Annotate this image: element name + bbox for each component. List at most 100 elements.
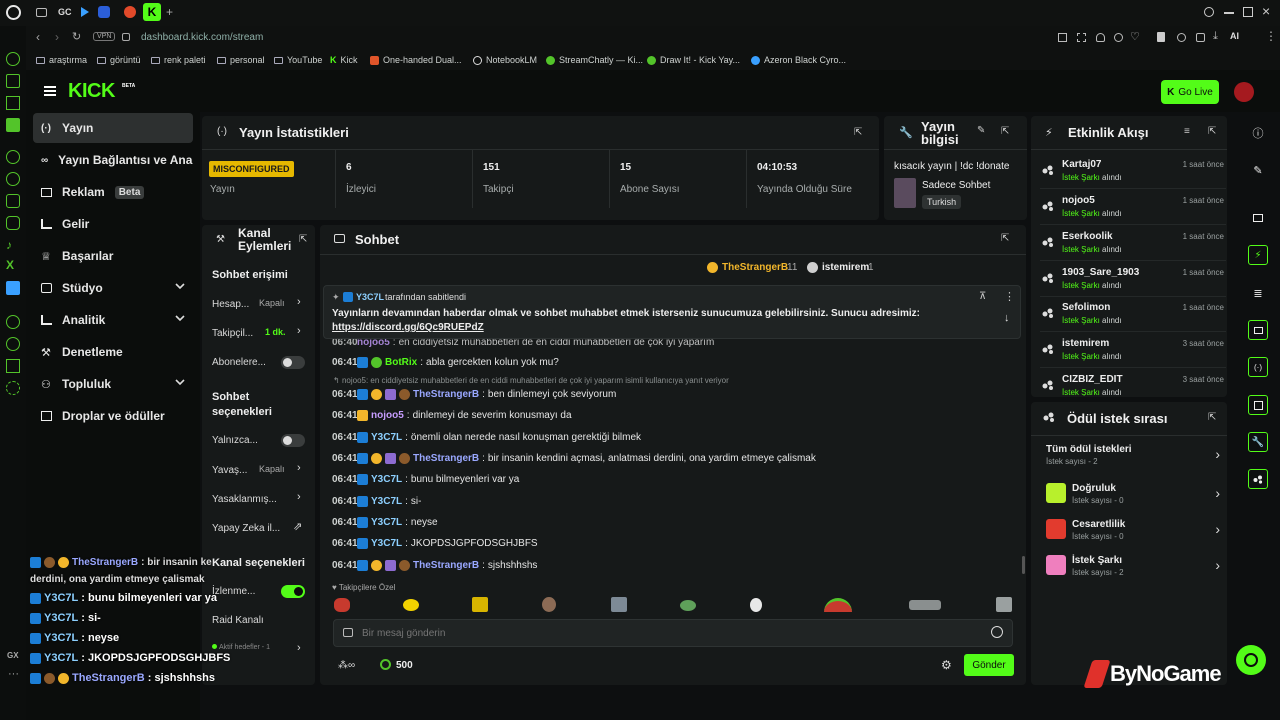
popout-icon[interactable]: ⇱	[1001, 126, 1009, 137]
edit-icon[interactable]: ✎	[1248, 160, 1268, 180]
popout-icon[interactable]: ⇱	[1208, 126, 1216, 137]
event-user[interactable]: Eserkoolik	[1062, 231, 1113, 242]
tab-kick-active[interactable]: K	[143, 3, 161, 21]
bookmark-link[interactable]: NotebookLM	[473, 50, 537, 70]
sidebar-item-stream-key[interactable]: ∞ Yayın Bağlantısı ve Anahtarı	[33, 145, 193, 175]
chat-message[interactable]: 06:41 Y3C7L: si-	[332, 492, 421, 510]
message-user[interactable]: TheStrangerB	[413, 453, 479, 464]
users-icon[interactable]: ⁂∞	[338, 660, 355, 671]
bookmark-link[interactable]: YouTube	[274, 50, 322, 70]
chat-message[interactable]: 06:41 Y3C7L: önemli olan nerede nasıl ko…	[332, 428, 641, 446]
pinned-link[interactable]: https://discord.gg/6Qc9RUEPdZ	[332, 322, 484, 333]
bookmark-folder[interactable]: personal	[217, 50, 265, 70]
emote-icon[interactable]	[611, 597, 627, 612]
reward-item[interactable]: Cesaretlilik İstek sayısı - 0 ›	[1046, 517, 1222, 549]
chat-message[interactable]: 06:41 Y3C7L: JKOPDSJGPFODSGHJBFS	[332, 534, 538, 552]
event-item[interactable]: CIZBIZ_EDIT İstek Şarkı alındı 3 saat ön…	[1040, 372, 1226, 396]
play-tab-icon[interactable]	[81, 7, 89, 17]
forward-icon[interactable]: ›	[55, 30, 59, 44]
emote-only-toggle[interactable]	[281, 434, 305, 447]
redeem-tool-icon[interactable]	[1248, 469, 1268, 489]
tab-favicon-blue[interactable]	[98, 6, 110, 18]
avatar[interactable]	[1234, 82, 1254, 102]
banned-words-row[interactable]: Yasaklanmış...	[212, 489, 308, 509]
bookmark-folder[interactable]: renk paleti	[151, 50, 206, 70]
message-user[interactable]: Y3C7L	[371, 432, 402, 443]
sidebar-item-topluluk[interactable]: ⚇ Topluluk	[33, 369, 193, 399]
url-field[interactable]: dashboard.kick.com/stream	[141, 32, 263, 43]
wallet-icon[interactable]	[1196, 33, 1205, 42]
chat-message[interactable]: 06:41 Y3C7L: neyse	[332, 513, 438, 531]
hamburger-menu-icon[interactable]	[44, 86, 56, 88]
search-tabs-icon[interactable]	[1204, 7, 1214, 17]
sidebar-item-basarilar[interactable]: ♕ Başarılar	[33, 241, 193, 271]
chat-scrollbar[interactable]	[1022, 556, 1025, 574]
list-icon[interactable]: ≣	[1248, 283, 1268, 303]
pin-toolbar-icon[interactable]	[1058, 33, 1067, 42]
more-icon[interactable]: ···	[8, 668, 19, 680]
snapshot-icon[interactable]	[1077, 33, 1086, 42]
bookmark-link[interactable]: Draw It! - Kick Yay...	[647, 50, 740, 70]
message-user[interactable]: BotRix	[385, 357, 417, 368]
settings-icon[interactable]: ⚙	[941, 658, 952, 672]
sidebar-item-studyo[interactable]: Stüdyo	[33, 273, 193, 303]
broadcast-tool-icon[interactable]: (·)	[1248, 357, 1268, 377]
instagram-icon[interactable]	[6, 216, 20, 230]
card-tool-icon[interactable]	[1248, 395, 1268, 415]
back-icon[interactable]: ‹	[36, 30, 40, 44]
extensions-icon[interactable]	[1177, 33, 1186, 42]
message-user[interactable]: nojoo5	[371, 410, 404, 421]
emote-icon[interactable]	[403, 599, 419, 611]
workspace-icon[interactable]	[6, 74, 20, 88]
news-icon[interactable]	[6, 96, 20, 110]
chat-message[interactable]: 06:41 TheStrangerB: sjshshhshs	[332, 556, 537, 574]
popout-icon[interactable]: ⇱	[1001, 233, 1009, 244]
sidebar-item-gelir[interactable]: Gelir	[33, 209, 193, 239]
heart-icon[interactable]: ♡	[1130, 30, 1140, 43]
shield-icon[interactable]	[1096, 33, 1105, 42]
ai-button[interactable]: AI	[1230, 31, 1239, 41]
bookmark-link[interactable]: Azeron Black Cyro...	[751, 50, 846, 70]
chat-message[interactable]: 06:41 TheStrangerB: ben dinlemeyi çok se…	[332, 385, 616, 403]
help-button[interactable]	[1236, 645, 1266, 675]
chat-tool-icon[interactable]	[1248, 320, 1268, 340]
sidebar-item-denetleme[interactable]: ⚒ Denetleme	[33, 337, 193, 367]
chat-input-box[interactable]	[333, 619, 1013, 647]
tab-gc[interactable]: GC	[58, 7, 72, 17]
raid-channel-row[interactable]: Raid Kanalı	[212, 610, 308, 630]
whatsapp-icon[interactable]	[6, 172, 20, 186]
lightning-tool-icon[interactable]: ⚡	[1248, 245, 1268, 265]
app-icon[interactable]	[6, 281, 20, 295]
bookmark-link[interactable]: StreamChatly — Ki...	[546, 50, 643, 70]
sidebar-item-analitik[interactable]: Analitik	[33, 305, 193, 335]
sidebar-item-droplar[interactable]: Droplar ve ödüller	[33, 401, 193, 431]
top-chatter-name[interactable]: TheStrangerB	[722, 262, 788, 273]
downloads-icon[interactable]	[6, 359, 20, 373]
tab-icon[interactable]	[36, 8, 47, 17]
emote-icon[interactable]	[472, 597, 488, 612]
tab-favicon-red[interactable]	[124, 6, 136, 18]
play-circle-icon[interactable]	[1114, 33, 1123, 42]
event-user[interactable]: Sefolimon	[1062, 302, 1110, 313]
points-icon[interactable]	[380, 659, 391, 670]
popout-icon[interactable]: ⇱	[854, 127, 862, 138]
kick-logo[interactable]: KICK	[68, 80, 115, 103]
close-window-icon[interactable]: ×	[1262, 3, 1270, 19]
bookmark-link[interactable]: K Kick	[330, 50, 358, 70]
game-icon[interactable]	[6, 118, 20, 132]
watch-toggle[interactable]	[281, 585, 305, 598]
event-user[interactable]: Kartaj07	[1062, 159, 1101, 170]
message-user[interactable]: TheStrangerB	[413, 389, 479, 400]
chat-message[interactable]: 06:41 Y3C7L: bunu bilmeyenleri var ya	[332, 470, 519, 488]
bookmark-folder[interactable]: görüntü	[97, 50, 141, 70]
emote-icon[interactable]	[909, 600, 941, 610]
reward-all-row[interactable]: Tüm ödül istekleri İstek sayısı - 2 ›	[1046, 442, 1222, 474]
x-icon[interactable]: X	[6, 258, 20, 272]
event-user[interactable]: nojoo5	[1062, 195, 1095, 206]
settings-icon[interactable]	[6, 381, 20, 395]
reward-item[interactable]: İstek Şarkı İstek sayısı - 2 ›	[1046, 553, 1222, 585]
message-user[interactable]: Y3C7L	[371, 474, 402, 485]
emote-icon[interactable]	[542, 597, 556, 612]
popout-icon[interactable]: ⇱	[299, 234, 307, 245]
chat-input[interactable]	[362, 625, 962, 641]
